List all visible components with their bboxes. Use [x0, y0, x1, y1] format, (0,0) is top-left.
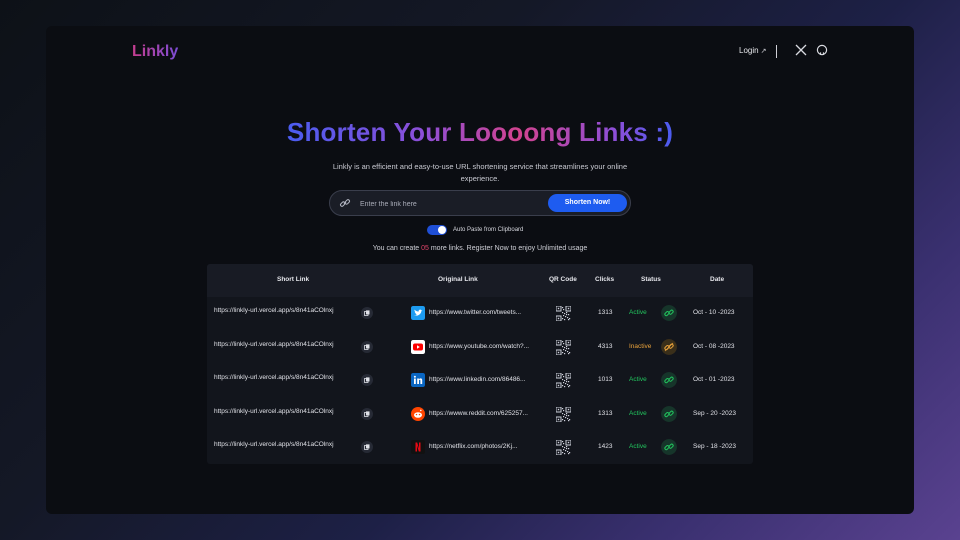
app-logo[interactable]: Linkly — [132, 43, 178, 61]
header: Linkly Login ↗ — [46, 26, 914, 86]
original-link[interactable]: https://www.youtube.com/watch?... — [429, 343, 529, 350]
status-label: Active — [629, 443, 647, 450]
date-label: Sep - 20 -2023 — [693, 409, 737, 417]
table-row: https://linkly-url.vercel.app/s/8n41aCOl… — [207, 364, 753, 398]
col-qr-code: QR Code — [549, 276, 577, 283]
col-short-link: Short Link — [277, 276, 310, 283]
table-row: https://linkly-url.vercel.app/s/8n41aCOl… — [207, 398, 753, 432]
copy-button[interactable] — [361, 340, 373, 353]
header-divider — [776, 45, 777, 58]
linkedin-icon — [411, 373, 425, 387]
usage-info-suffix: more links. Register Now to enjoy Unlimi… — [428, 245, 588, 252]
qr-code-icon[interactable] — [556, 373, 571, 388]
link-input[interactable] — [358, 196, 542, 212]
col-status: Status — [641, 276, 661, 283]
link-icon — [339, 199, 351, 207]
clicks-count: 1013 — [598, 376, 613, 383]
clicks-count: 1313 — [598, 309, 613, 316]
table-row: https://linkly-url.vercel.app/s/8n41aCOl… — [207, 431, 753, 464]
copy-icon — [364, 310, 370, 316]
col-date: Date — [710, 276, 725, 283]
link-active-icon[interactable] — [661, 305, 677, 321]
table-row: https://linkly-url.vercel.app/s/8n41aCOl… — [207, 331, 753, 365]
short-link[interactable]: https://linkly-url.vercel.app/s/8n41aCOl… — [214, 408, 334, 415]
copy-button[interactable] — [361, 441, 373, 453]
shorten-form: Shorten Now! — [329, 190, 631, 216]
date-label: Oct - 08 -2023 — [693, 342, 735, 350]
twitter-icon — [411, 306, 425, 320]
clicks-count: 1313 — [598, 409, 613, 417]
youtube-icon — [411, 339, 425, 354]
x-icon[interactable] — [795, 44, 807, 56]
copy-icon — [364, 410, 370, 417]
hero-subtitle: Linkly is an efficient and easy-to-use U… — [332, 162, 628, 183]
link-active-icon[interactable] — [661, 405, 677, 422]
date-label: Oct - 01 -2023 — [693, 376, 735, 383]
link-inactive-icon[interactable] — [661, 338, 677, 355]
qr-code-icon[interactable] — [556, 339, 571, 355]
reddit-icon — [411, 406, 425, 421]
clicks-count: 4313 — [598, 342, 613, 350]
remaining-count: 05 — [421, 245, 429, 252]
netflix-icon — [411, 440, 425, 454]
copy-icon — [364, 377, 370, 383]
login-label: Login — [739, 46, 759, 55]
login-link[interactable]: Login ↗ — [739, 46, 766, 55]
copy-button[interactable] — [361, 407, 373, 420]
short-link[interactable]: https://linkly-url.vercel.app/s/8n41aCOl… — [214, 374, 334, 381]
qr-code-icon[interactable] — [556, 406, 571, 422]
usage-info: You can create 05 more links. Register N… — [46, 245, 914, 252]
status-label: Active — [629, 409, 647, 417]
short-link[interactable]: https://linkly-url.vercel.app/s/8n41aCOl… — [214, 307, 334, 314]
copy-icon — [364, 444, 370, 450]
short-link[interactable]: https://linkly-url.vercel.app/s/8n41aCOl… — [214, 341, 334, 348]
link-active-icon[interactable] — [661, 439, 677, 455]
table-header: Short Link Original Link QR Code Clicks … — [207, 264, 753, 297]
date-label: Oct - 10 -2023 — [693, 309, 735, 316]
hero-title: Shorten Your Loooong Links :) — [286, 117, 674, 147]
qr-code-icon[interactable] — [556, 306, 571, 321]
auto-paste-toggle[interactable] — [427, 225, 447, 235]
copy-button[interactable] — [361, 307, 373, 319]
original-link[interactable]: https://www.linkedin.com/86486... — [429, 376, 525, 383]
status-label: Inactive — [629, 342, 652, 350]
date-label: Sep - 18 -2023 — [693, 443, 737, 450]
links-table: Short Link Original Link QR Code Clicks … — [207, 264, 753, 464]
copy-button[interactable] — [361, 374, 373, 386]
auto-paste-label: Auto Paste from Clipboard — [453, 227, 524, 233]
clicks-count: 1423 — [598, 443, 613, 450]
status-label: Active — [629, 309, 647, 316]
status-label: Active — [629, 376, 647, 383]
original-link[interactable]: https://wwww.reddit.com/625257... — [429, 410, 528, 417]
original-link[interactable]: https://www.twitter.com/tweets... — [429, 309, 521, 316]
original-link[interactable]: https://netflix.com/photos/2Kj... — [429, 443, 518, 450]
short-link[interactable]: https://linkly-url.vercel.app/s/8n41aCOl… — [214, 441, 334, 448]
link-active-icon[interactable] — [661, 372, 677, 388]
github-icon[interactable] — [816, 44, 828, 56]
copy-icon — [364, 343, 370, 350]
table-body: https://linkly-url.vercel.app/s/8n41aCOl… — [207, 297, 753, 464]
app-window: Linkly Login ↗ Shorten Your Loooong Link… — [46, 26, 914, 514]
external-arrow-icon: ↗ — [760, 47, 767, 55]
shorten-now-button[interactable]: Shorten Now! — [548, 193, 627, 212]
usage-info-prefix: You can create — [372, 245, 422, 252]
col-original-link: Original Link — [438, 276, 478, 283]
auto-paste-row: Auto Paste from Clipboard — [427, 225, 523, 235]
col-clicks: Clicks — [595, 276, 615, 283]
toggle-knob — [438, 226, 446, 234]
table-row: https://linkly-url.vercel.app/s/8n41aCOl… — [207, 297, 753, 331]
qr-code-icon[interactable] — [556, 440, 571, 455]
